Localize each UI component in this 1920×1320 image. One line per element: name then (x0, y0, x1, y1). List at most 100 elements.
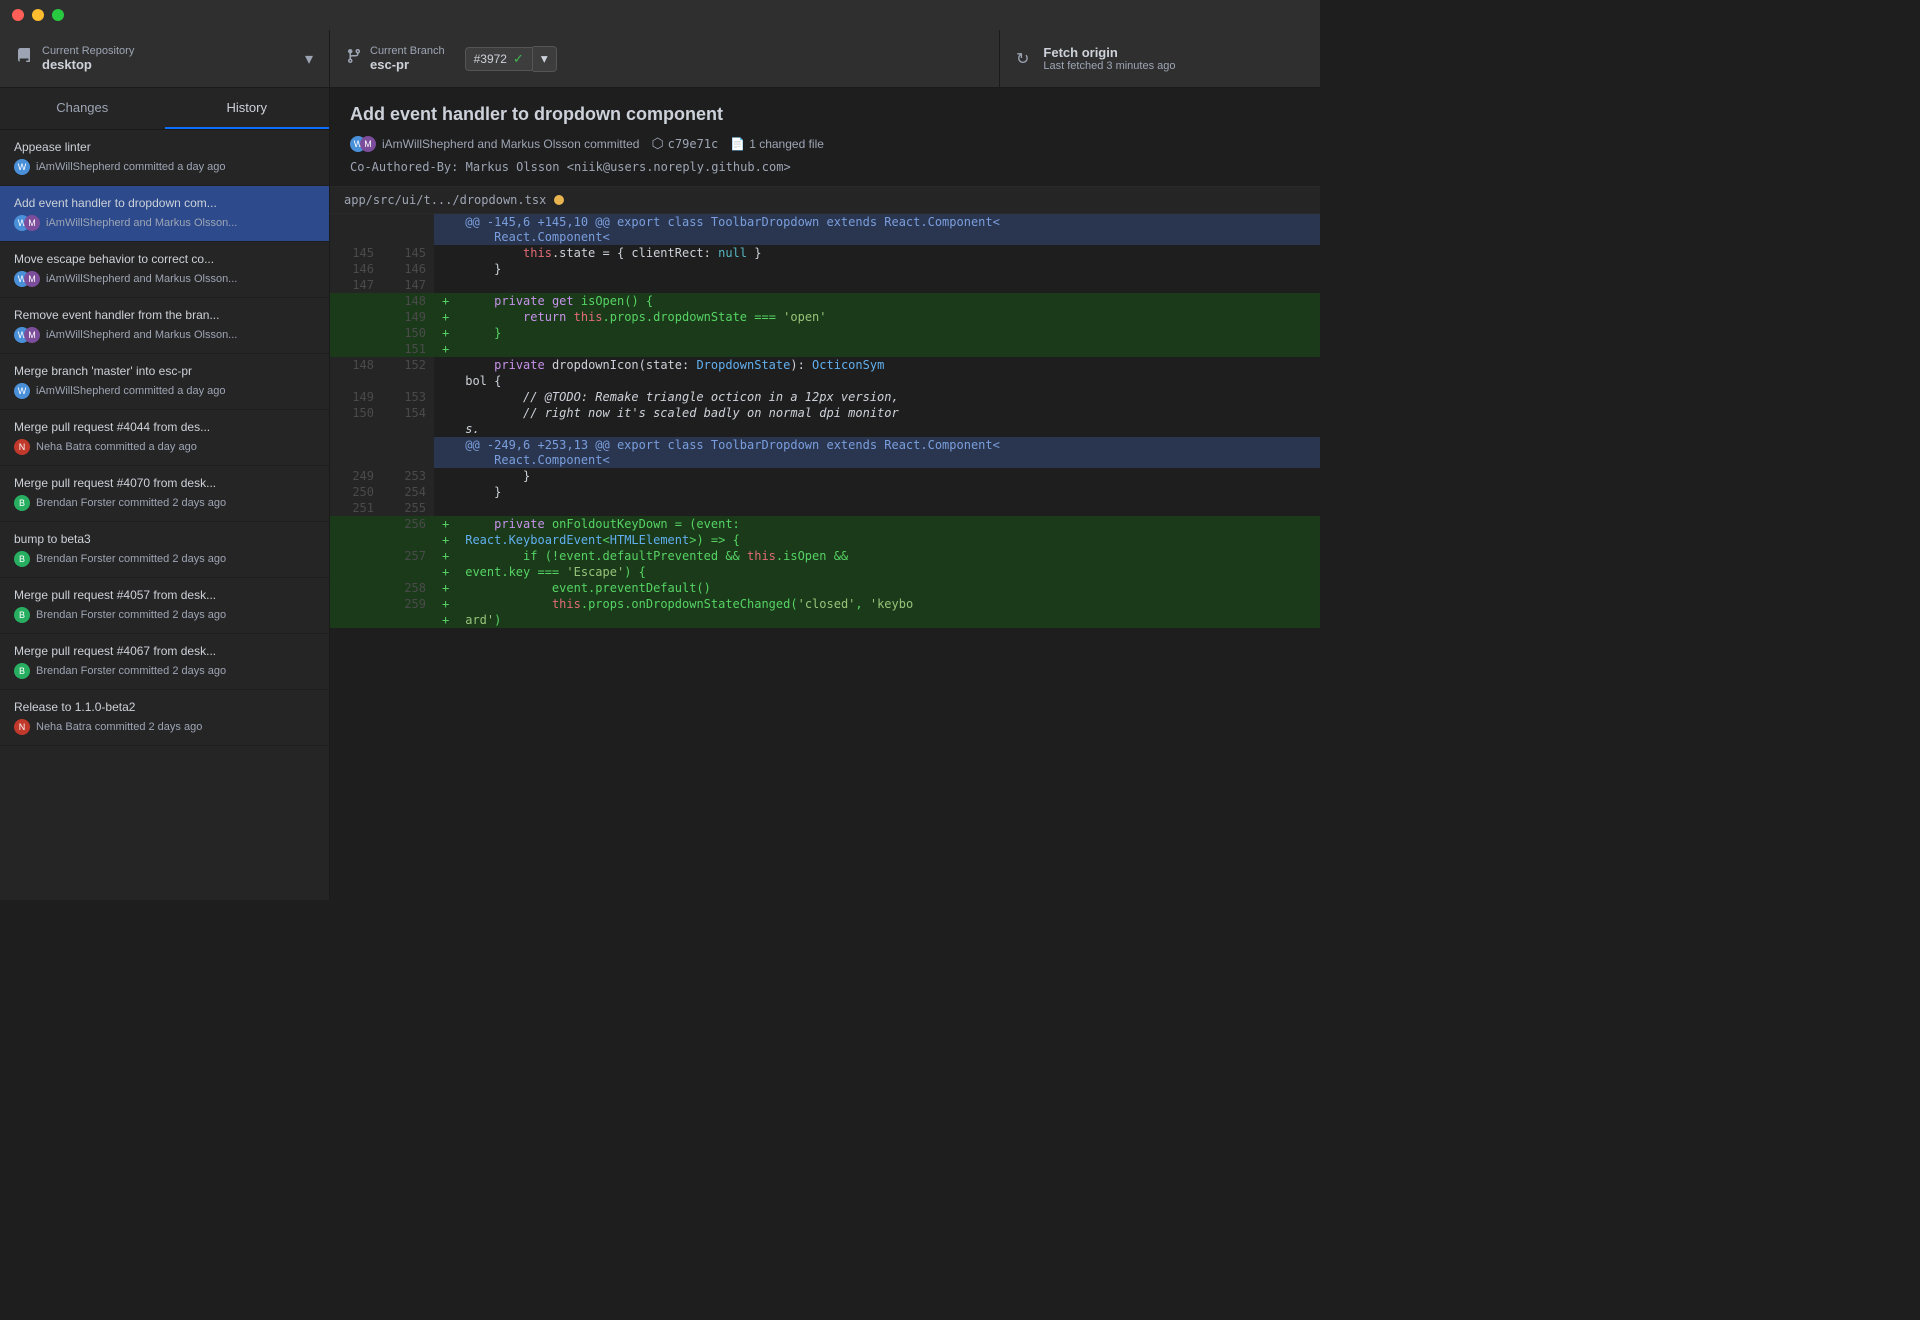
sidebar-tabs: Changes History (0, 88, 329, 130)
changed-files: 📄 1 changed file (730, 137, 824, 151)
commit-meta: W M iAmWillShepherd and Markus Olsson co… (350, 135, 1300, 152)
commit-author-text: Neha Batra committed a day ago (36, 441, 197, 453)
commit-hash: ⬡ c79e71c (651, 135, 718, 152)
diff-added-line: 149 + return this.props.dropdownState ==… (330, 309, 1320, 325)
commit-list-item[interactable]: Merge pull request #4057 from desk...BBr… (0, 578, 329, 634)
commit-author-text: Brendan Forster committed 2 days ago (36, 609, 226, 621)
commit-item-meta: B Brendan Forster committed 2 days ago (14, 551, 315, 567)
author-avatar-markus: M (360, 136, 376, 152)
content-area: Add event handler to dropdown component … (330, 88, 1320, 900)
fetch-icon: ↻ (1016, 49, 1029, 69)
commit-item-title: Merge pull request #4057 from desk... (14, 588, 315, 602)
tab-history[interactable]: History (165, 88, 330, 129)
diff-added-line: 151 + (330, 341, 1320, 357)
commit-item-meta: B Brendan Forster committed 2 days ago (14, 495, 315, 511)
commit-list-item[interactable]: Merge pull request #4044 from des...NNeh… (0, 410, 329, 466)
commit-author-text: Brendan Forster committed 2 days ago (36, 497, 226, 509)
avatar: M (24, 271, 40, 287)
files-icon: 📄 (730, 137, 745, 151)
diff-table-1: @@ -145,6 +145,10 @@ export class Toolba… (330, 214, 1320, 437)
commit-avatars: B (14, 495, 30, 511)
sidebar: Changes History Appease linter WiAmWillSh… (0, 88, 330, 900)
diff-file-path: app/src/ui/t.../dropdown.tsx (344, 193, 546, 207)
branch-icon (346, 48, 362, 69)
commit-item-title: Release to 1.1.0-beta2 (14, 700, 315, 714)
current-repo-section[interactable]: Current Repository desktop ▾ (0, 30, 330, 87)
commit-author-text: iAmWillShepherd committed a day ago (36, 161, 226, 173)
diff-line: 146 146 } (330, 261, 1320, 277)
diff-line-wrap: bol { (330, 373, 1320, 389)
diff-file-header[interactable]: app/src/ui/t.../dropdown.tsx (330, 187, 1320, 214)
commit-list-item[interactable]: bump to beta3BBrendan Forster committed … (0, 522, 329, 578)
repo-name: desktop (42, 57, 134, 72)
hunk-header-1: @@ -145,6 +145,10 @@ export class Toolba… (330, 214, 1320, 230)
branch-pr-badge[interactable]: #3972 ✓ (465, 47, 533, 71)
commit-item-title: Merge pull request #4067 from desk... (14, 644, 315, 658)
commit-item-meta: WMiAmWillShepherd and Markus Olsson... (14, 215, 315, 231)
commit-author-text: Neha Batra committed 2 days ago (36, 721, 202, 733)
diff-line: 145 145 this.state = { clientRect: null … (330, 245, 1320, 261)
commit-author-text: iAmWillShepherd and Markus Olsson... (46, 273, 237, 285)
diff-added-line-wrap: + event.key === 'Escape') { (330, 564, 1320, 580)
commit-list-item[interactable]: Appease linter WiAmWillShepherd committed… (0, 130, 329, 186)
branch-label: Current Branch (370, 45, 445, 57)
fetch-info: Fetch origin Last fetched 3 minutes ago (1043, 45, 1175, 72)
diff-added-line: 256 + private onFoldoutKeyDown = (event: (330, 516, 1320, 532)
title-bar (0, 0, 1320, 30)
commit-list-item[interactable]: Release to 1.1.0-beta2 N Neha Batra commit… (0, 690, 329, 746)
pr-check-icon: ✓ (513, 51, 524, 67)
commit-avatars: N (14, 439, 30, 455)
minimize-button[interactable] (32, 9, 44, 21)
diff-line: 147 147 (330, 277, 1320, 293)
commit-item-title: Appease linter (14, 140, 315, 154)
diff-line: 149 153 // @TODO: Remake triangle octico… (330, 389, 1320, 405)
avatar: N (14, 719, 30, 735)
diff-added-line: 148 + private get isOpen() { (330, 293, 1320, 309)
commit-avatars: N (14, 719, 30, 735)
commit-header: Add event handler to dropdown component … (330, 88, 1320, 187)
commit-item-meta: WMiAmWillShepherd and Markus Olsson... (14, 327, 315, 343)
commit-list-item[interactable]: Move escape behavior to correct co...WMi… (0, 242, 329, 298)
commit-list-item[interactable]: Merge pull request #4067 from desk... BBr… (0, 634, 329, 690)
avatar: B (14, 663, 30, 679)
diff-line: 148 152 private dropdownIcon(state: Drop… (330, 357, 1320, 373)
commit-list-item[interactable]: Add event handler to dropdown com...WMiA… (0, 186, 329, 242)
commit-author-text: Brendan Forster committed 2 days ago (36, 553, 226, 565)
repo-icon (16, 48, 32, 69)
current-branch-section[interactable]: Current Branch esc-pr #3972 ✓ ▾ (330, 30, 1000, 87)
repo-info: Current Repository desktop (42, 45, 134, 72)
hash-icon: ⬡ (651, 135, 663, 152)
diff-container[interactable]: app/src/ui/t.../dropdown.tsx (330, 187, 1320, 900)
commit-item-meta: BBrendan Forster committed 2 days ago (14, 663, 315, 679)
commit-avatars: W (14, 159, 30, 175)
maximize-button[interactable] (52, 9, 64, 21)
close-button[interactable] (12, 9, 24, 21)
commit-avatars: WM (14, 271, 40, 287)
branch-dropdown-button[interactable]: ▾ (533, 46, 557, 72)
avatar: W (14, 383, 30, 399)
commit-title: Add event handler to dropdown component (350, 104, 1300, 125)
avatar: N (14, 439, 30, 455)
branch-name: esc-pr (370, 57, 445, 72)
commit-author-text: iAmWillShepherd committed a day ago (36, 385, 226, 397)
hash-value: c79e71c (668, 137, 719, 151)
hunk-header-2b: React.Component< (330, 453, 1320, 468)
commit-list-item[interactable]: Merge pull request #4070 from desk...BBr… (0, 466, 329, 522)
tab-changes[interactable]: Changes (0, 88, 165, 129)
repo-label: Current Repository (42, 45, 134, 57)
commit-avatars: B (14, 551, 30, 567)
fetch-origin-section[interactable]: ↻ Fetch origin Last fetched 3 minutes ag… (1000, 30, 1320, 87)
avatar: W (14, 159, 30, 175)
commit-item-meta: WiAmWillShepherd committed a day ago (14, 383, 315, 399)
commit-item-title: Remove event handler from the bran... (14, 308, 315, 322)
diff-added-line: 258 + event.preventDefault() (330, 580, 1320, 596)
commit-list-item[interactable]: Merge branch 'master' into esc-prWiAmWil… (0, 354, 329, 410)
branch-badge-group[interactable]: #3972 ✓ ▾ (465, 46, 557, 72)
fetch-sublabel: Last fetched 3 minutes ago (1043, 60, 1175, 72)
pr-number: #3972 (474, 52, 507, 66)
commit-avatars: B (14, 663, 30, 679)
commit-list-item[interactable]: Remove event handler from the bran... WMi… (0, 298, 329, 354)
commit-avatars: WM (14, 215, 40, 231)
diff-line: 249 253 } (330, 468, 1320, 484)
diff-line: 250 254 } (330, 484, 1320, 500)
